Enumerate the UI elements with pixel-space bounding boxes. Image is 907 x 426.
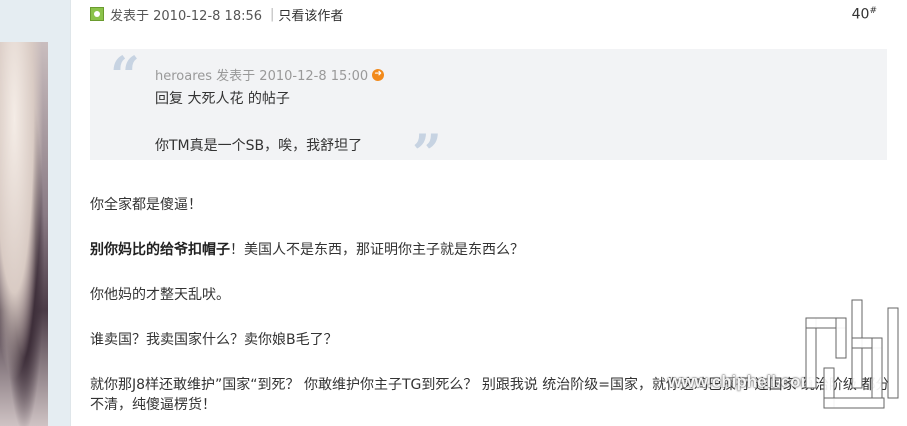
quote-text: 你TM真是一个SB，唉，我舒坦了 <box>155 138 363 154</box>
content-paragraph-1: 你全家都是傻逼！ <box>90 197 202 213</box>
avatar[interactable] <box>0 42 48 426</box>
only-author-link[interactable]: 只看该作者 <box>278 5 343 24</box>
content-paragraph-3: 你他妈的才整天乱吠。 <box>90 287 230 303</box>
arrow-circle-icon[interactable]: ➜ <box>372 68 385 81</box>
column-divider <box>70 0 71 426</box>
header-separator: | <box>270 6 275 22</box>
quote-close-icon: ” <box>412 124 442 185</box>
content-paragraph-2-rest: ！美国人不是东西，那证明你主子就是东西么？ <box>230 242 524 258</box>
online-icon <box>90 7 104 21</box>
post-header: 发表于 2010-12-8 18:56 | 只看该作者 <box>90 5 343 24</box>
content-paragraph-4: 谁卖国？我卖国家什么？卖你娘B毛了？ <box>90 332 338 348</box>
quote-open-icon: “ <box>110 46 140 107</box>
floor-value: 40 <box>851 6 870 23</box>
quote-meta: heroares 发表于 2010-12-8 15:00 ➜ <box>155 65 385 84</box>
content-paragraph-5: 就你那J8样还敢维护”国家“到死？ 你敢维护你主子TG到死么？ 别跟我说 统治阶… <box>90 377 890 413</box>
content-bold: 别你妈比的给爷扣帽子 <box>90 242 230 258</box>
quote-block: “ heroares 发表于 2010-12-8 15:00 ➜ 回复 大死人花… <box>90 46 887 181</box>
post-date: 发表于 2010-12-8 18:56 <box>110 8 263 24</box>
quote-reply-line: 回复 大死人花 的帖子 <box>155 91 290 107</box>
content-paragraph-2: 别你妈比的给爷扣帽子！美国人不是东西，那证明你主子就是东西么？ <box>90 240 890 260</box>
author-sidebar <box>0 0 70 426</box>
floor-sup: # <box>869 6 877 16</box>
floor-number[interactable]: 40# <box>852 6 877 23</box>
quote-author-date: heroares 发表于 2010-12-8 15:00 <box>155 69 369 84</box>
post-content: 你全家都是傻逼！ 别你妈比的给爷扣帽子！美国人不是东西，那证明你主子就是东西么？… <box>90 195 890 415</box>
